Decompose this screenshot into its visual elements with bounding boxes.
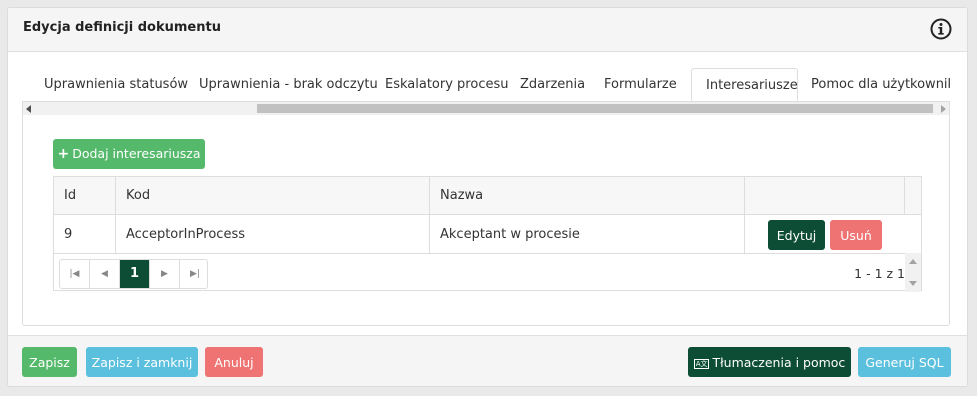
tab-bar: Uprawnienia statusów Uprawnienia - brak … [22, 68, 950, 101]
tab-process-escalators[interactable]: Eskalatory procesu [371, 68, 522, 101]
column-header-actions [745, 177, 905, 214]
stakeholders-tab-content: + Dodaj interesariusza Id Kod Nazwa 9 Acc… [22, 115, 950, 326]
panel-body: Uprawnienia statusów Uprawnienia - brak … [8, 52, 967, 336]
panel-footer: Zapisz Zapisz i zamknij Anuluj A文 Tłumacz… [8, 337, 967, 387]
tab-no-read-permissions[interactable]: Uprawnienia - brak odczytu [185, 68, 392, 101]
cell-nazwa: Akceptant w procesie [430, 215, 745, 253]
plus-icon: + [57, 146, 70, 162]
cell-kod: AcceptorInProcess [116, 215, 430, 253]
tab-status-permissions[interactable]: Uprawnienia statusów [30, 68, 202, 101]
translations-help-label: Tłumaczenia i pomoc [712, 354, 846, 370]
tabs-horizontal-scrollbar[interactable] [22, 101, 950, 115]
column-header-id[interactable]: Id [54, 177, 116, 214]
scroll-left-icon[interactable] [26, 105, 31, 113]
cancel-button[interactable]: Anuluj [205, 347, 263, 377]
translate-icon: A文 [693, 358, 710, 369]
pager: |◀ ◀ 1 ▶ ▶| [59, 259, 208, 289]
delete-button[interactable]: Usuń [830, 220, 882, 250]
save-button[interactable]: Zapisz [22, 347, 77, 377]
scroll-down-icon[interactable] [909, 281, 917, 286]
pager-info: 1 - 1 z 1 [854, 266, 905, 281]
generate-sql-button[interactable]: Generuj SQL [858, 347, 951, 377]
grid-vertical-scrollbar[interactable] [905, 253, 921, 292]
grid-header: Id Kod Nazwa [54, 177, 921, 215]
scroll-up-icon[interactable] [909, 259, 917, 264]
tab-forms[interactable]: Formularze [590, 68, 691, 101]
document-definition-panel: Edycja definicji dokumentu Uprawnienia s… [7, 7, 968, 387]
cell-id: 9 [54, 215, 116, 253]
scrollbar-thumb[interactable] [257, 104, 933, 113]
current-page-button[interactable]: 1 [120, 260, 150, 288]
last-page-icon[interactable]: ▶| [180, 260, 210, 288]
tab-stakeholders[interactable]: Interesariusze [691, 68, 798, 101]
first-page-icon[interactable]: |◀ [60, 260, 90, 288]
info-circle-icon[interactable] [930, 18, 952, 40]
tab-events[interactable]: Zdarzenia [506, 68, 599, 101]
tab-user-help[interactable]: Pomoc dla użytkownika [797, 68, 950, 101]
edit-button[interactable]: Edytuj [768, 220, 825, 250]
tabs-container: Uprawnienia statusów Uprawnienia - brak … [22, 68, 950, 326]
column-header-nazwa[interactable]: Nazwa [430, 177, 745, 214]
add-stakeholder-button[interactable]: + Dodaj interesariusza [53, 139, 205, 169]
add-stakeholder-label: Dodaj interesariusza [72, 146, 201, 161]
panel-header: Edycja definicji dokumentu [8, 8, 967, 52]
stakeholders-grid: Id Kod Nazwa 9 AcceptorInProcess Akcepta… [53, 176, 922, 292]
save-and-close-button[interactable]: Zapisz i zamknij [86, 347, 198, 377]
next-page-icon[interactable]: ▶ [150, 260, 180, 288]
column-header-kod[interactable]: Kod [116, 177, 430, 214]
scroll-right-icon[interactable] [941, 105, 946, 113]
table-row: 9 AcceptorInProcess Akceptant w procesie… [54, 215, 921, 292]
page-title: Edycja definicji dokumentu [23, 20, 221, 35]
translations-help-button[interactable]: A文 Tłumaczenia i pomoc [688, 347, 851, 377]
prev-page-icon[interactable]: ◀ [90, 260, 120, 288]
